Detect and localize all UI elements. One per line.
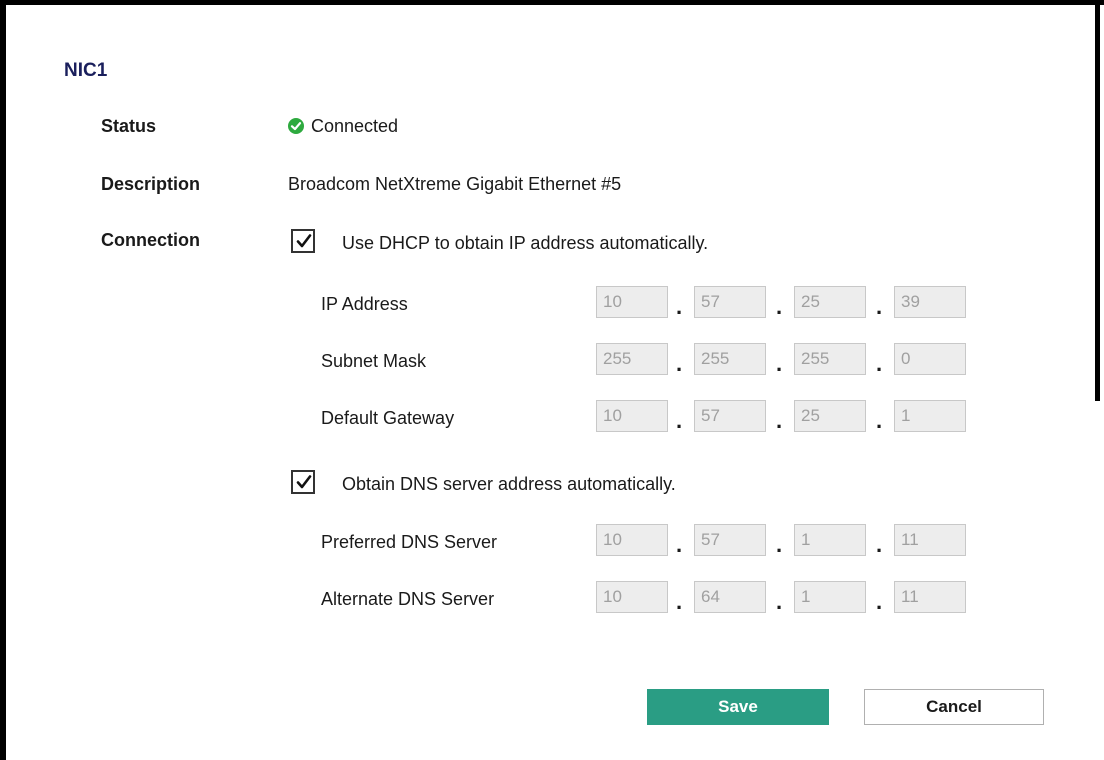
octet-separator: . (676, 351, 683, 376)
cancel-button[interactable]: Cancel (864, 689, 1044, 725)
octet-separator: . (776, 589, 783, 614)
description-value: Broadcom NetXtreme Gigabit Ethernet #5 (288, 174, 622, 194)
status-value-group: Connected (288, 116, 398, 137)
octet-separator: . (876, 351, 883, 376)
default-gateway-octet-2[interactable] (694, 400, 766, 432)
octet-separator: . (776, 294, 783, 319)
status-value: Connected (311, 116, 399, 136)
dhcp-checkbox-label: Use DHCP to obtain IP address automatica… (342, 233, 709, 253)
preferred-dns-octet-4[interactable] (894, 524, 966, 556)
preferred-dns-label: Preferred DNS Server (321, 532, 498, 552)
alternate-dns-octet-2[interactable] (694, 581, 766, 613)
default-gateway-label: Default Gateway (321, 408, 455, 428)
octet-separator: . (876, 532, 883, 557)
checkmark-icon (296, 234, 312, 248)
ip-address-input-group: . . . (596, 286, 976, 320)
dns-checkbox-box[interactable] (291, 470, 315, 494)
ip-address-octet-4[interactable] (894, 286, 966, 318)
status-label: Status (101, 116, 157, 136)
octet-separator: . (876, 294, 883, 319)
panel-border-right (1095, 0, 1100, 401)
alternate-dns-octet-4[interactable] (894, 581, 966, 613)
ip-address-octet-3[interactable] (794, 286, 866, 318)
panel-border-left (0, 0, 6, 760)
dhcp-checkbox-box[interactable] (291, 229, 315, 253)
ip-address-label: IP Address (321, 294, 408, 314)
nic-settings-panel: NIC1 Status Connected Description Broadc… (0, 0, 1104, 760)
octet-separator: . (776, 351, 783, 376)
default-gateway-octet-1[interactable] (596, 400, 668, 432)
octet-separator: . (776, 532, 783, 557)
preferred-dns-octet-1[interactable] (596, 524, 668, 556)
octet-separator: . (676, 408, 683, 433)
preferred-dns-octet-3[interactable] (794, 524, 866, 556)
subnet-mask-input-group: . . . (596, 343, 976, 377)
connection-label: Connection (101, 230, 200, 250)
subnet-mask-octet-1[interactable] (596, 343, 668, 375)
subnet-mask-octet-4[interactable] (894, 343, 966, 375)
checkmark-icon (296, 475, 312, 489)
alternate-dns-label: Alternate DNS Server (321, 589, 495, 609)
octet-separator: . (876, 408, 883, 433)
dns-checkbox[interactable] (291, 470, 315, 494)
check-circle-icon (288, 118, 304, 134)
default-gateway-octet-4[interactable] (894, 400, 966, 432)
preferred-dns-input-group: . . . (596, 524, 976, 558)
alternate-dns-octet-1[interactable] (596, 581, 668, 613)
dns-checkbox-label: Obtain DNS server address automatically. (342, 474, 676, 494)
subnet-mask-octet-2[interactable] (694, 343, 766, 375)
octet-separator: . (676, 589, 683, 614)
subnet-mask-label: Subnet Mask (321, 351, 427, 371)
octet-separator: . (876, 589, 883, 614)
default-gateway-octet-3[interactable] (794, 400, 866, 432)
panel-border-top (0, 0, 1104, 5)
default-gateway-input-group: . . . (596, 400, 976, 434)
octet-separator: . (776, 408, 783, 433)
dhcp-checkbox[interactable] (291, 229, 315, 253)
ip-address-octet-2[interactable] (694, 286, 766, 318)
subnet-mask-octet-3[interactable] (794, 343, 866, 375)
octet-separator: . (676, 532, 683, 557)
alternate-dns-input-group: . . . (596, 581, 976, 615)
ip-address-octet-1[interactable] (596, 286, 668, 318)
description-label: Description (101, 174, 201, 194)
octet-separator: . (676, 294, 683, 319)
save-button[interactable]: Save (647, 689, 829, 725)
alternate-dns-octet-3[interactable] (794, 581, 866, 613)
preferred-dns-octet-2[interactable] (694, 524, 766, 556)
section-title: NIC1 (64, 60, 108, 81)
